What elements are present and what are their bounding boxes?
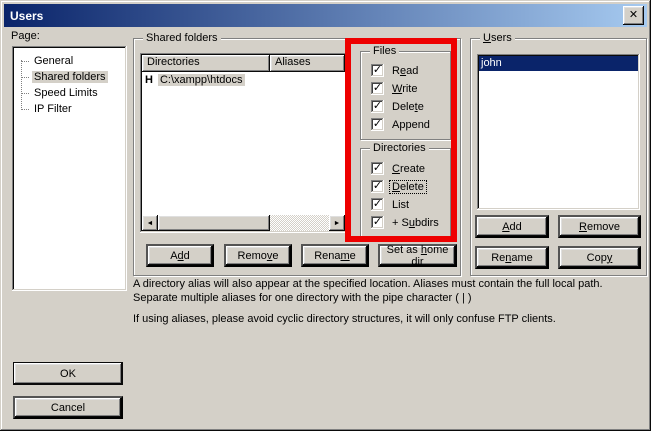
page-tree: General Shared folders Speed Limits IP F… <box>12 46 127 291</box>
horizontal-scrollbar[interactable]: ◄ ► <box>142 215 345 231</box>
checkbox-dirs-list[interactable]: ✓ List <box>371 197 411 212</box>
checked-checkbox-icon: ✓ <box>371 100 384 113</box>
users-legend: Users <box>480 32 515 45</box>
cancel-button[interactable]: Cancel <box>13 396 123 419</box>
checkbox-files-write[interactable]: ✓ Write <box>371 81 419 96</box>
files-legend: Files <box>370 45 399 58</box>
ok-button[interactable]: OK <box>13 362 123 385</box>
directories-group: Directories ✓ Create ✓ Delete ✓ List ✓ +… <box>360 148 451 240</box>
checkbox-dirs-create[interactable]: ✓ Create <box>371 161 427 176</box>
sidebar-item-general[interactable]: General <box>12 53 127 69</box>
rename-user-button[interactable]: Rename <box>475 246 549 269</box>
scroll-left-icon: ◄ <box>147 220 154 227</box>
sidebar-item-ip-filter[interactable]: IP Filter <box>12 101 127 117</box>
title-bar[interactable]: Users ✕ <box>4 4 647 27</box>
tree-stub <box>22 61 29 62</box>
listview-header: Directories Aliases <box>142 55 345 72</box>
users-list[interactable]: john <box>477 54 640 210</box>
scroll-left-button[interactable]: ◄ <box>142 215 158 231</box>
listview-body: H C:\xampp\htdocs <box>140 72 347 215</box>
remove-user-button[interactable]: Remove <box>558 215 641 238</box>
window-title: Users <box>4 9 43 23</box>
files-group: Files ✓ Read ✓ Write ✓ Delete ✓ Append <box>360 51 451 140</box>
scroll-right-button[interactable]: ► <box>329 215 345 231</box>
close-button[interactable]: ✕ <box>623 6 644 25</box>
scrollbar-thumb[interactable] <box>158 215 270 231</box>
sidebar-item-speed-limits[interactable]: Speed Limits <box>12 85 127 101</box>
rename-folder-button[interactable]: Rename <box>301 244 369 267</box>
column-header-aliases[interactable]: Aliases <box>270 55 345 72</box>
checked-checkbox-icon: ✓ <box>371 180 384 193</box>
users-dialog: Users ✕ Page: General Shared folders Spe… <box>0 0 651 431</box>
add-folder-button[interactable]: Add <box>146 244 214 267</box>
add-user-button[interactable]: Add <box>475 215 549 238</box>
table-row[interactable]: H C:\xampp\htdocs <box>140 72 347 87</box>
home-flag: H <box>145 74 153 86</box>
copy-user-button[interactable]: Copy <box>558 246 641 269</box>
cyclic-note: If using aliases, please avoid cyclic di… <box>133 312 627 326</box>
shared-folders-group: Shared folders Directories Aliases H C:\… <box>133 38 461 276</box>
remove-folder-button[interactable]: Remove <box>224 244 292 267</box>
sidebar-item-shared-folders[interactable]: Shared folders <box>12 69 127 85</box>
directories-listview[interactable]: Directories Aliases H C:\xampp\htdocs ◄ … <box>140 53 347 233</box>
directories-legend: Directories <box>370 142 429 155</box>
checkbox-files-delete[interactable]: ✓ Delete <box>371 99 426 114</box>
alias-note: A directory alias will also appear at th… <box>133 277 627 305</box>
column-header-directories[interactable]: Directories <box>142 55 270 72</box>
checkbox-dirs-subdirs[interactable]: ✓ + Subdirs <box>371 215 441 230</box>
tree-stub <box>22 77 29 78</box>
set-home-dir-button[interactable]: Set as home dir <box>378 244 457 267</box>
checked-checkbox-icon: ✓ <box>371 162 384 175</box>
checked-checkbox-icon: ✓ <box>371 64 384 77</box>
checked-checkbox-icon: ✓ <box>371 198 384 211</box>
checked-checkbox-icon: ✓ <box>371 82 384 95</box>
close-icon: ✕ <box>629 10 638 21</box>
list-item-user[interactable]: john <box>479 56 638 71</box>
checkbox-files-read[interactable]: ✓ Read <box>371 63 420 78</box>
users-group: Users john Add Remove Rename Copy <box>470 38 647 276</box>
page-label: Page: <box>11 30 40 42</box>
checked-checkbox-icon: ✓ <box>371 216 384 229</box>
notes: A directory alias will also appear at th… <box>133 277 627 333</box>
shared-folders-legend: Shared folders <box>143 32 221 45</box>
scrollbar-track[interactable] <box>270 215 329 231</box>
scroll-right-icon: ► <box>334 220 341 227</box>
directory-cell: C:\xampp\htdocs <box>158 74 245 86</box>
checkbox-dirs-delete[interactable]: ✓ Delete <box>371 179 426 194</box>
checkbox-files-append[interactable]: ✓ Append <box>371 117 432 132</box>
tree-stub <box>22 109 29 110</box>
tree-stub <box>22 93 29 94</box>
checked-checkbox-icon: ✓ <box>371 118 384 131</box>
